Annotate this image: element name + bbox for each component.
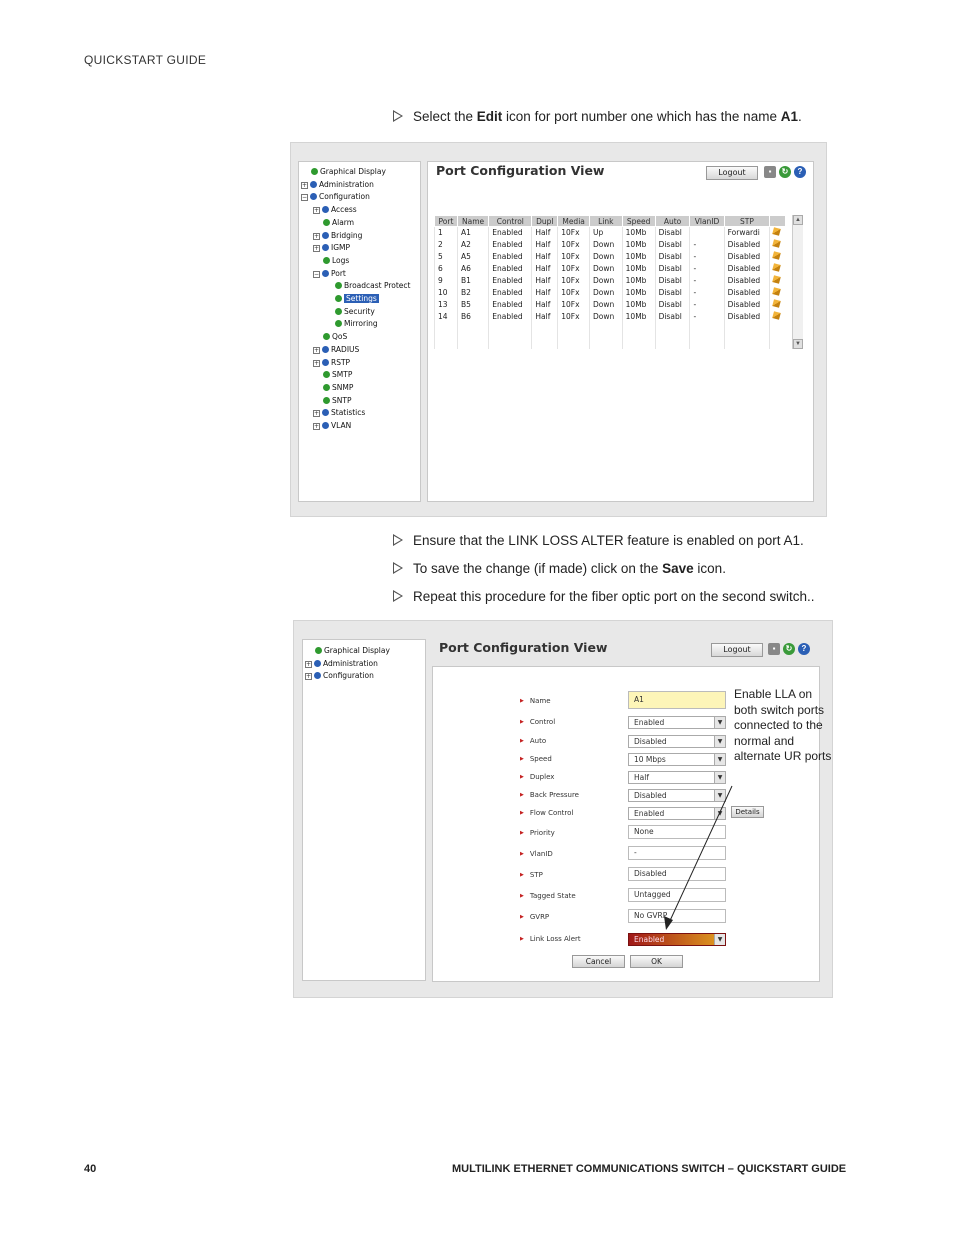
page-number: 40 — [84, 1163, 97, 1175]
callout-arrow-line — [667, 785, 733, 926]
footer-title: MULTILINK ETHERNET COMMUNICATIONS SWITCH… — [452, 1163, 847, 1175]
callout-arrow — [664, 785, 733, 930]
